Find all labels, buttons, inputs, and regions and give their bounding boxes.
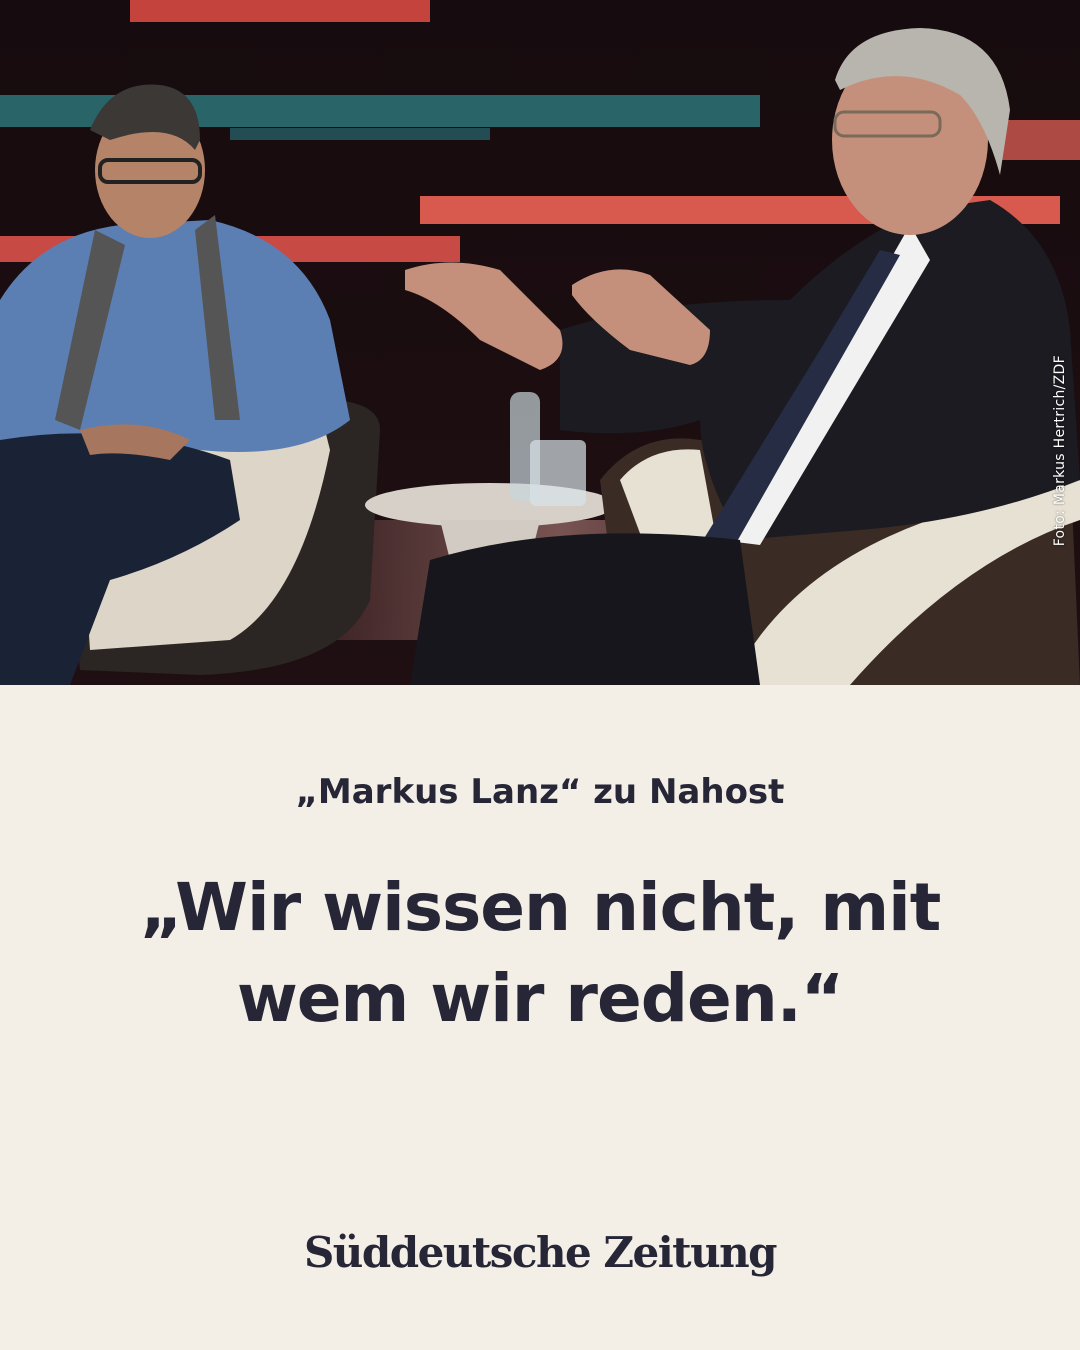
headline-quote: „Wir wissen nicht, mit wem wir reden.“ <box>139 869 942 1037</box>
right-person-legs <box>410 533 760 685</box>
light-streak <box>230 128 490 140</box>
light-streak <box>130 0 430 22</box>
sueddeutsche-zeitung-logo: Süddeutsche Zeitung <box>303 1228 778 1277</box>
light-streak <box>1000 120 1080 160</box>
photo-credit: Foto: Markus Hertrich/ZDF <box>1052 355 1068 547</box>
talkshow-photo: Foto: Markus Hertrich/ZDF <box>0 0 1080 685</box>
kicker-line: „Markus Lanz“ zu Nahost <box>295 772 785 812</box>
talkshow-scene <box>0 0 1080 685</box>
water-glass <box>530 440 586 506</box>
